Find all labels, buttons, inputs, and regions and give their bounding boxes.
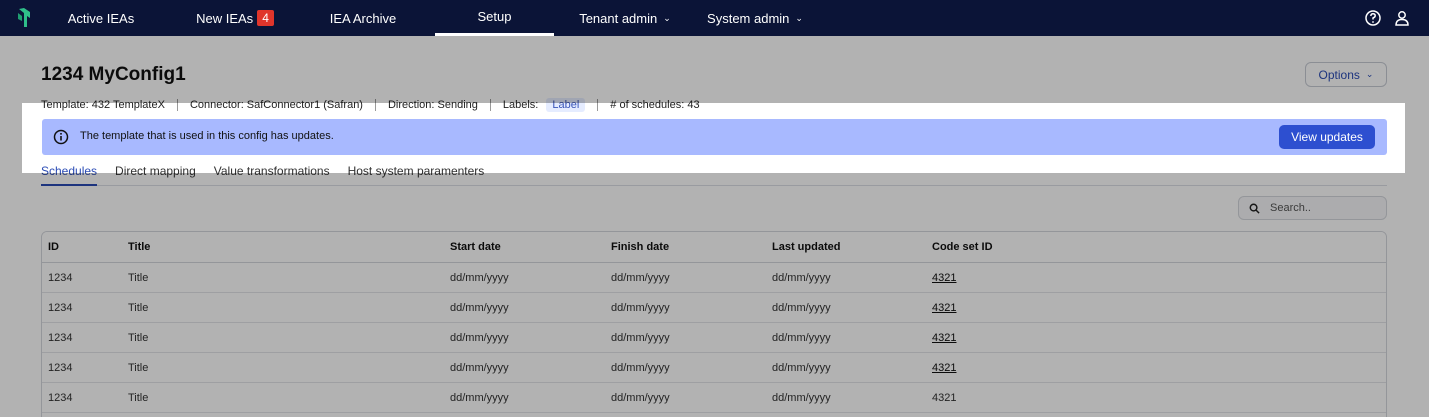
dim-overlay	[0, 36, 1429, 103]
dim-overlay	[0, 103, 22, 173]
nav-tenant-admin[interactable]: Tenant admin ⌄	[570, 0, 680, 36]
nav-new-ieas[interactable]: New IEAs 4	[190, 0, 280, 36]
nav-active-ieas-label: Active IEAs	[67, 10, 135, 26]
nav-new-ieas-label: New IEAs	[196, 10, 254, 26]
nav-tenant-admin-label: Tenant admin	[579, 10, 658, 26]
user-icon[interactable]	[1393, 9, 1411, 27]
nav-setup-label: Setup	[477, 9, 512, 24]
nav-iea-archive-label: IEA Archive	[329, 10, 397, 26]
view-updates-label: View updates	[1291, 130, 1363, 144]
chevron-down-icon: ⌄	[795, 12, 803, 23]
top-nav: Active IEAs New IEAs 4 IEA Archive Setup…	[0, 0, 1429, 36]
banner-message: The template that is used in this config…	[80, 130, 334, 142]
new-ieas-count-badge: 4	[257, 10, 274, 26]
nav-active-ieas[interactable]: Active IEAs	[60, 0, 142, 36]
help-icon[interactable]	[1364, 9, 1382, 27]
nav-iea-archive[interactable]: IEA Archive	[320, 0, 406, 36]
view-updates-button[interactable]: View updates	[1279, 125, 1375, 149]
chevron-down-icon: ⌄	[663, 12, 671, 23]
logo-icon[interactable]	[16, 7, 32, 29]
nav-setup[interactable]: Setup	[435, 0, 554, 36]
info-icon	[53, 129, 69, 145]
nav-system-admin[interactable]: System admin ⌄	[700, 0, 810, 36]
nav-system-admin-label: System admin	[707, 10, 790, 26]
dim-overlay	[1405, 103, 1429, 173]
dim-overlay	[0, 173, 1429, 417]
template-update-banner: The template that is used in this config…	[42, 119, 1387, 155]
